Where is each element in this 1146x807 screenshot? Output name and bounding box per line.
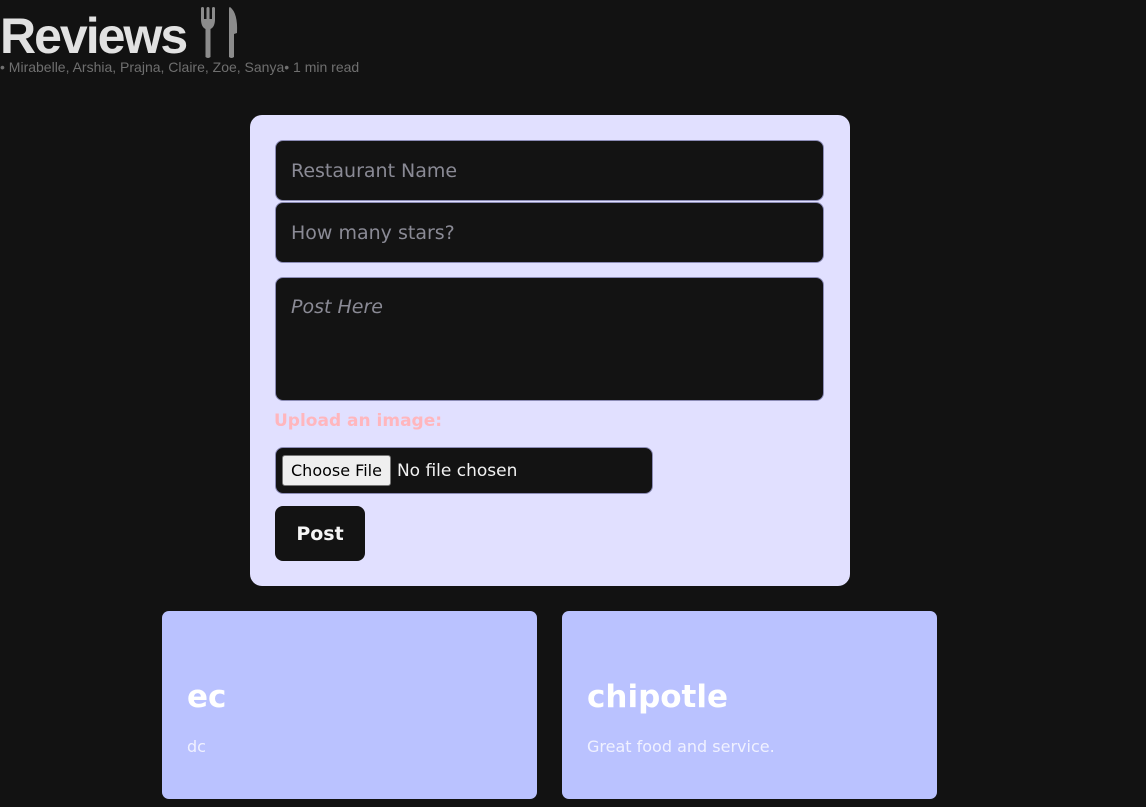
review-title: chipotle xyxy=(587,679,729,715)
image-file-input[interactable]: Choose File No file chosen xyxy=(275,447,653,494)
review-form: Upload an image: Choose File No file cho… xyxy=(250,115,850,586)
file-status-text: No file chosen xyxy=(396,460,518,481)
review-title: ec xyxy=(187,679,227,715)
page-title-wrapper: Reviews xyxy=(0,6,242,66)
review-card: chipotle Great food and service. xyxy=(562,611,937,799)
review-text: Great food and service. xyxy=(587,737,775,756)
choose-file-button[interactable]: Choose File xyxy=(282,455,391,486)
post-textarea[interactable] xyxy=(275,277,824,401)
post-button[interactable]: Post xyxy=(275,506,365,561)
restaurant-name-input[interactable] xyxy=(275,140,824,201)
page-title: Reviews xyxy=(0,8,188,64)
author-byline: • Mirabelle, Arshia, Prajna, Claire, Zoe… xyxy=(0,59,360,75)
review-text: dc xyxy=(187,737,206,756)
stars-input[interactable] xyxy=(275,202,824,263)
upload-image-label: Upload an image: xyxy=(274,411,443,431)
page-header: Reviews • Mirabelle, Arshia, Prajna, Cla… xyxy=(0,0,500,80)
fork-knife-icon xyxy=(201,7,238,58)
review-card: ec dc xyxy=(162,611,537,799)
